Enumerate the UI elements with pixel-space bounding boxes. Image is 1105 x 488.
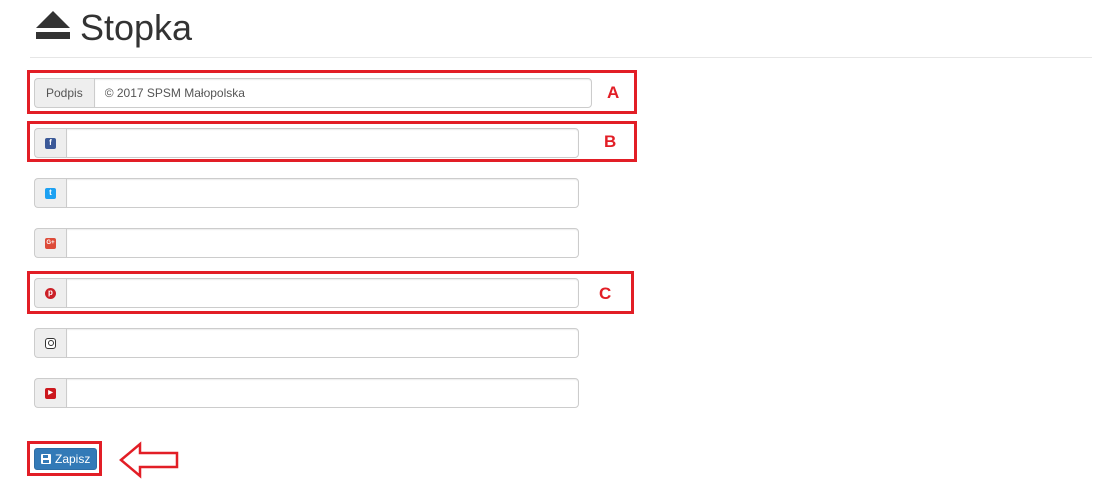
twitter-input-group: t <box>34 178 579 208</box>
instagram-input[interactable] <box>66 328 579 358</box>
instagram-icon <box>45 337 56 349</box>
google-plus-addon: G+ <box>34 228 66 258</box>
twitter-icon: t <box>45 187 56 199</box>
page-title: Stopka <box>80 7 193 48</box>
google-plus-icon: G+ <box>45 237 56 249</box>
instagram-addon <box>34 328 66 358</box>
annotation-label-b: B <box>604 132 617 151</box>
floppy-disk-icon <box>41 454 51 464</box>
annotation-label-a: A <box>607 83 620 102</box>
twitter-addon: t <box>34 178 66 208</box>
instagram-input-group <box>34 328 579 358</box>
header-divider <box>30 57 1092 58</box>
annotation-label-c: C <box>599 284 612 303</box>
annotation-box-c <box>27 271 634 314</box>
youtube-input-group: ▶ <box>34 378 579 408</box>
youtube-addon: ▶ <box>34 378 66 408</box>
youtube-input[interactable] <box>66 378 579 408</box>
arrow-pointer-icon <box>119 441 179 479</box>
eject-icon <box>36 11 70 39</box>
twitter-input[interactable] <box>66 178 579 208</box>
youtube-icon: ▶ <box>45 387 56 399</box>
google-plus-input-group: G+ <box>34 228 579 258</box>
annotation-box-b <box>27 121 637 162</box>
google-plus-input[interactable] <box>66 228 579 258</box>
save-button[interactable]: Zapisz <box>34 448 98 470</box>
annotation-box-a <box>27 70 637 114</box>
save-button-label: Zapisz <box>55 452 91 466</box>
